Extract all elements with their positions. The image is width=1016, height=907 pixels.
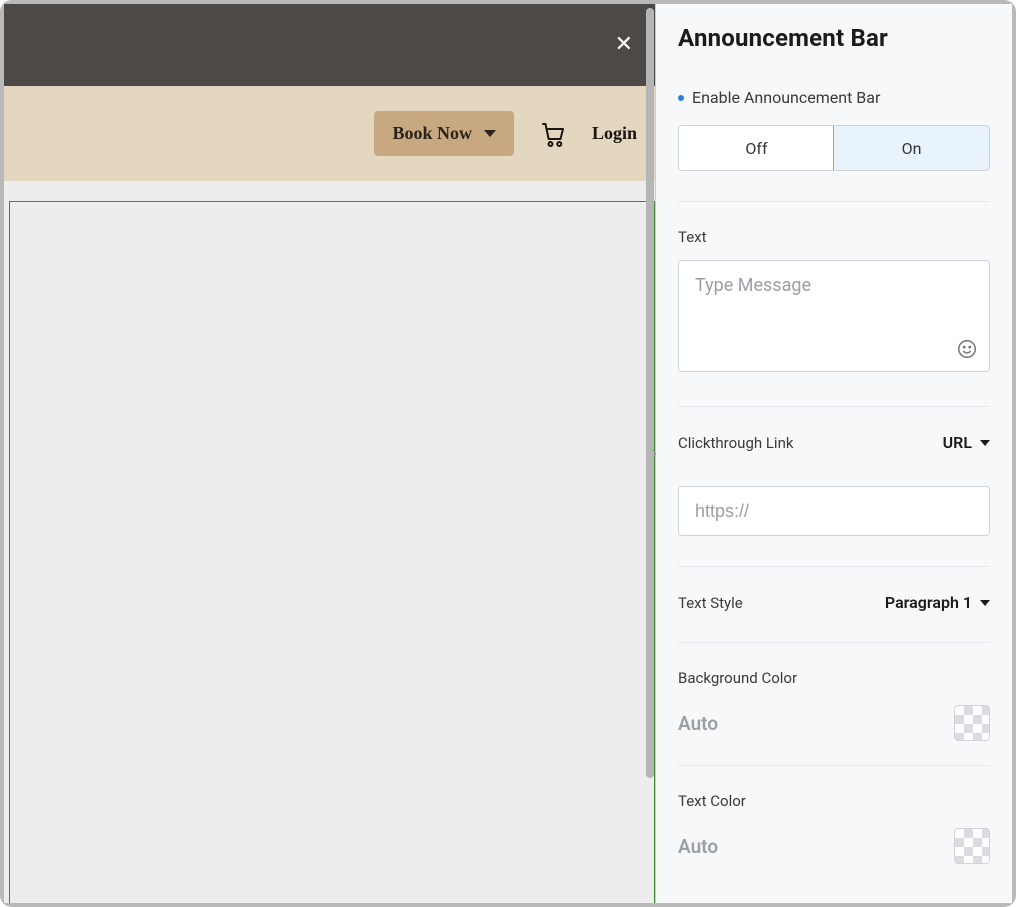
link-label: Clickthrough Link (678, 434, 793, 452)
text-style-label: Text Style (678, 594, 743, 612)
text-style-dropdown[interactable]: Paragraph 1 (885, 593, 990, 612)
scrollbar-thumb[interactable] (646, 8, 654, 778)
preview-body (4, 181, 655, 903)
emoji-icon[interactable] (956, 338, 978, 364)
divider (678, 765, 990, 766)
preview-navbar: Book Now Login (4, 86, 655, 181)
cart-icon[interactable] (538, 119, 568, 149)
bg-color-label: Background Color (678, 669, 990, 687)
enable-label-row: Enable Announcement Bar (678, 88, 990, 107)
divider (678, 406, 990, 407)
link-header-row: Clickthrough Link URL (678, 433, 990, 452)
bg-color-swatch[interactable] (954, 705, 990, 741)
text-label: Text (678, 228, 990, 246)
bg-color-block: Background Color Auto (678, 669, 990, 741)
link-type-dropdown[interactable]: URL (943, 433, 990, 452)
changed-indicator-icon (678, 95, 684, 101)
toggle-off-button[interactable]: Off (679, 126, 834, 170)
toggle-on-button[interactable]: On (833, 125, 990, 171)
divider (678, 642, 990, 643)
close-icon[interactable]: ✕ (615, 34, 633, 56)
divider (678, 201, 990, 202)
text-style-value: Paragraph 1 (885, 593, 972, 612)
text-color-label: Text Color (678, 792, 990, 810)
text-color-value: Auto (678, 835, 718, 858)
divider (678, 566, 990, 567)
login-link[interactable]: Login (592, 123, 637, 144)
chevron-down-icon (980, 440, 990, 446)
enable-toggle: Off On (678, 125, 990, 171)
text-input-wrap (678, 260, 990, 376)
text-color-block: Text Color Auto (678, 792, 990, 864)
message-input[interactable] (678, 260, 990, 372)
link-type-value: URL (943, 433, 972, 452)
text-color-swatch[interactable] (954, 828, 990, 864)
settings-panel: Announcement Bar Enable Announcement Bar… (656, 4, 1012, 903)
chevron-down-icon (484, 130, 496, 137)
bg-color-value: Auto (678, 712, 718, 735)
book-now-button[interactable]: Book Now (374, 111, 514, 156)
preview-topbar: ✕ (4, 4, 655, 86)
enable-label: Enable Announcement Bar (692, 88, 880, 107)
expand-panel-icon[interactable]: › (652, 445, 657, 463)
announcement-bar-region[interactable] (9, 201, 655, 903)
book-now-label: Book Now (392, 123, 472, 144)
panel-title: Announcement Bar (678, 24, 990, 52)
preview-pane: ✕ Book Now Login › (4, 4, 656, 903)
chevron-down-icon (980, 600, 990, 606)
url-input[interactable] (678, 486, 990, 536)
text-style-row: Text Style Paragraph 1 (678, 593, 990, 612)
